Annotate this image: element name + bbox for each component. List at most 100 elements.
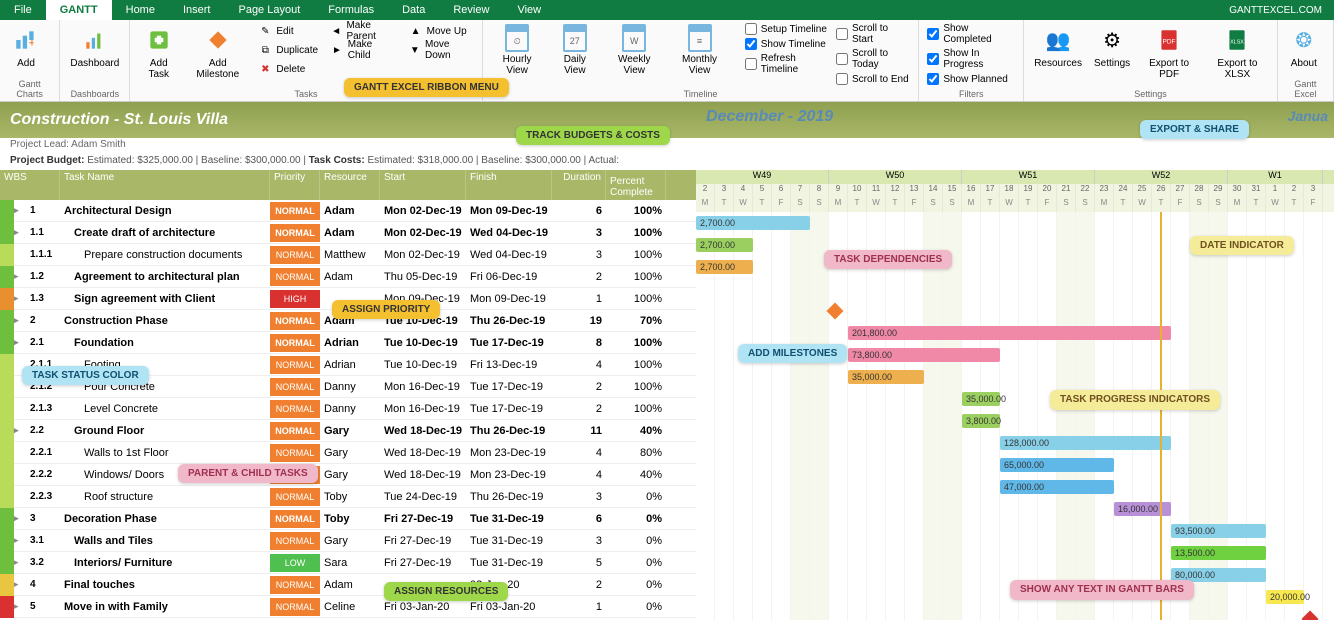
make-parent-button[interactable]: ◄Make Parent <box>326 22 401 40</box>
menu-home[interactable]: Home <box>112 0 169 20</box>
th-percent[interactable]: PercentComplete <box>606 170 666 200</box>
scroll-today-check[interactable]: Scroll to Today <box>834 47 912 71</box>
add-button[interactable]: Add <box>6 22 46 71</box>
table-row[interactable]: ▸1.1Create draft of architectureNORMALAd… <box>0 222 696 244</box>
show-planned-check[interactable]: Show Planned <box>925 72 1017 86</box>
scroll-start-check[interactable]: Scroll to Start <box>834 22 912 46</box>
about-button[interactable]: ❂About <box>1284 22 1324 71</box>
table-row[interactable]: ▸5Move in with FamilyNORMALCelineFri 03-… <box>0 596 696 618</box>
gantt-bar[interactable]: 65,000.00 <box>1000 458 1114 472</box>
cell-priority[interactable]: NORMAL <box>270 378 320 396</box>
menu-gantt[interactable]: GANTT <box>46 0 112 20</box>
gantt-bar[interactable]: 35,000.00 <box>962 392 1000 406</box>
th-wbs[interactable]: WBS <box>0 170 60 200</box>
collapse-icon[interactable]: ▸ <box>14 337 26 348</box>
th-name[interactable]: Task Name <box>60 170 270 200</box>
table-row[interactable]: ▸1Architectural DesignNORMALAdamMon 02-D… <box>0 200 696 222</box>
show-timeline-check[interactable]: Show Timeline <box>743 37 830 51</box>
menu-view[interactable]: View <box>503 0 555 20</box>
cell-priority[interactable]: NORMAL <box>270 334 320 352</box>
dashboard-button[interactable]: Dashboard <box>66 22 123 71</box>
table-row[interactable]: 2.2.1Walls to 1st FloorNORMALGaryWed 18-… <box>0 442 696 464</box>
add-task-button[interactable]: Add Task <box>136 22 181 82</box>
table-row[interactable]: ▸4Final touchesNORMALAdam02-Jan-2020% <box>0 574 696 596</box>
gantt-bar[interactable]: 20,000.00 <box>1266 590 1304 604</box>
collapse-icon[interactable]: ▸ <box>14 425 26 436</box>
cell-priority[interactable]: NORMAL <box>270 576 320 594</box>
cell-priority[interactable]: NORMAL <box>270 268 320 286</box>
move-up-button[interactable]: ▲Move Up <box>405 22 476 40</box>
th-finish[interactable]: Finish <box>466 170 552 200</box>
table-row[interactable]: ▸3.1Walls and TilesNORMALGaryFri 27-Dec-… <box>0 530 696 552</box>
cell-priority[interactable]: NORMAL <box>270 510 320 528</box>
table-row[interactable]: ▸3Decoration PhaseNORMALTobyFri 27-Dec-1… <box>0 508 696 530</box>
gantt-bar[interactable]: 2,700.00 <box>696 260 753 274</box>
cell-priority[interactable]: LOW <box>270 554 320 572</box>
cell-priority[interactable]: NORMAL <box>270 488 320 506</box>
collapse-icon[interactable]: ▸ <box>14 535 26 546</box>
cell-priority[interactable]: NORMAL <box>270 202 320 220</box>
collapse-icon[interactable]: ▸ <box>14 513 26 524</box>
th-priority[interactable]: Priority <box>270 170 320 200</box>
collapse-icon[interactable]: ▸ <box>14 601 26 612</box>
table-row[interactable]: ▸1.2Agreement to architectural planNORMA… <box>0 266 696 288</box>
cell-priority[interactable]: NORMAL <box>270 532 320 550</box>
scroll-end-check[interactable]: Scroll to End <box>834 72 912 86</box>
cell-priority[interactable]: NORMAL <box>270 224 320 242</box>
setup-timeline-check[interactable]: Setup Timeline <box>743 22 830 36</box>
milestone-marker[interactable] <box>1302 611 1319 620</box>
duplicate-button[interactable]: ⧉Duplicate <box>254 41 322 59</box>
menu-file[interactable]: File <box>0 0 46 20</box>
th-start[interactable]: Start <box>380 170 466 200</box>
delete-button[interactable]: ✖Delete <box>254 60 322 78</box>
gantt-bar[interactable]: 2,700.00 <box>696 238 753 252</box>
gantt-bar[interactable]: 201,800.00 <box>848 326 1171 340</box>
monthly-view-button[interactable]: ≡Monthly View <box>668 22 730 86</box>
menu-page-layout[interactable]: Page Layout <box>224 0 314 20</box>
resources-button[interactable]: 👥Resources <box>1030 22 1086 82</box>
gantt-bar[interactable]: 73,800.00 <box>848 348 1000 362</box>
gantt-body[interactable]: 2,700.00 2,700.00 2,700.00 201,800.00 73,800… <box>696 212 1334 620</box>
collapse-icon[interactable]: ▸ <box>14 293 26 304</box>
add-milestone-button[interactable]: Add Milestone <box>185 22 250 82</box>
gantt-bar[interactable]: 2,700.00 <box>696 216 810 230</box>
weekly-view-button[interactable]: WWeekly View <box>604 22 664 86</box>
show-progress-check[interactable]: Show In Progress <box>925 47 1017 71</box>
collapse-icon[interactable]: ▸ <box>14 205 26 216</box>
refresh-timeline-check[interactable]: Refresh Timeline <box>743 52 830 76</box>
cell-priority[interactable]: NORMAL <box>270 246 320 264</box>
cell-priority[interactable]: NORMAL <box>270 400 320 418</box>
th-resource[interactable]: Resource <box>320 170 380 200</box>
table-row[interactable]: 2.1.3Level ConcreteNORMALDannyMon 16-Dec… <box>0 398 696 420</box>
settings-button[interactable]: ⚙Settings <box>1090 22 1134 82</box>
gantt-bar[interactable]: 35,000.00 <box>848 370 924 384</box>
gantt-bar[interactable]: 3,800.00 <box>962 414 1000 428</box>
menu-insert[interactable]: Insert <box>169 0 225 20</box>
export-xlsx-button[interactable]: XLSXExport to XLSX <box>1204 22 1271 82</box>
table-row[interactable]: ▸3.2Interiors/ FurnitureLOWSaraFri 27-De… <box>0 552 696 574</box>
edit-button[interactable]: ✎Edit <box>254 22 322 40</box>
milestone-marker[interactable] <box>827 303 844 320</box>
menu-formulas[interactable]: Formulas <box>314 0 388 20</box>
table-row[interactable]: ▸2.2Ground FloorNORMALGaryWed 18-Dec-19T… <box>0 420 696 442</box>
export-pdf-button[interactable]: PDFExport to PDF <box>1138 22 1200 82</box>
table-row[interactable]: 1.1.1Prepare construction documentsNORMA… <box>0 244 696 266</box>
gantt-bar[interactable]: 128,000.00 <box>1000 436 1171 450</box>
table-row[interactable]: 2.2.2Windows/ DoorsNORMALGaryWed 18-Dec-… <box>0 464 696 486</box>
table-row[interactable]: 2.2.3Roof structureNORMALTobyTue 24-Dec-… <box>0 486 696 508</box>
cell-priority[interactable]: HIGH <box>270 290 320 308</box>
collapse-icon[interactable]: ▸ <box>14 557 26 568</box>
gantt-bar[interactable]: 93,500.00 <box>1171 524 1266 538</box>
th-duration[interactable]: Duration <box>552 170 606 200</box>
cell-priority[interactable]: NORMAL <box>270 444 320 462</box>
cell-priority[interactable]: NORMAL <box>270 422 320 440</box>
gantt-bar[interactable]: 16,000.00 <box>1114 502 1171 516</box>
cell-priority[interactable]: NORMAL <box>270 598 320 616</box>
collapse-icon[interactable]: ▸ <box>14 315 26 326</box>
cell-priority[interactable]: NORMAL <box>270 312 320 330</box>
gantt-bar[interactable]: 47,000.00 <box>1000 480 1114 494</box>
menu-data[interactable]: Data <box>388 0 439 20</box>
collapse-icon[interactable]: ▸ <box>14 271 26 282</box>
move-down-button[interactable]: ▼Move Down <box>405 41 476 59</box>
hourly-view-button[interactable]: ⏲Hourly View <box>489 22 546 86</box>
